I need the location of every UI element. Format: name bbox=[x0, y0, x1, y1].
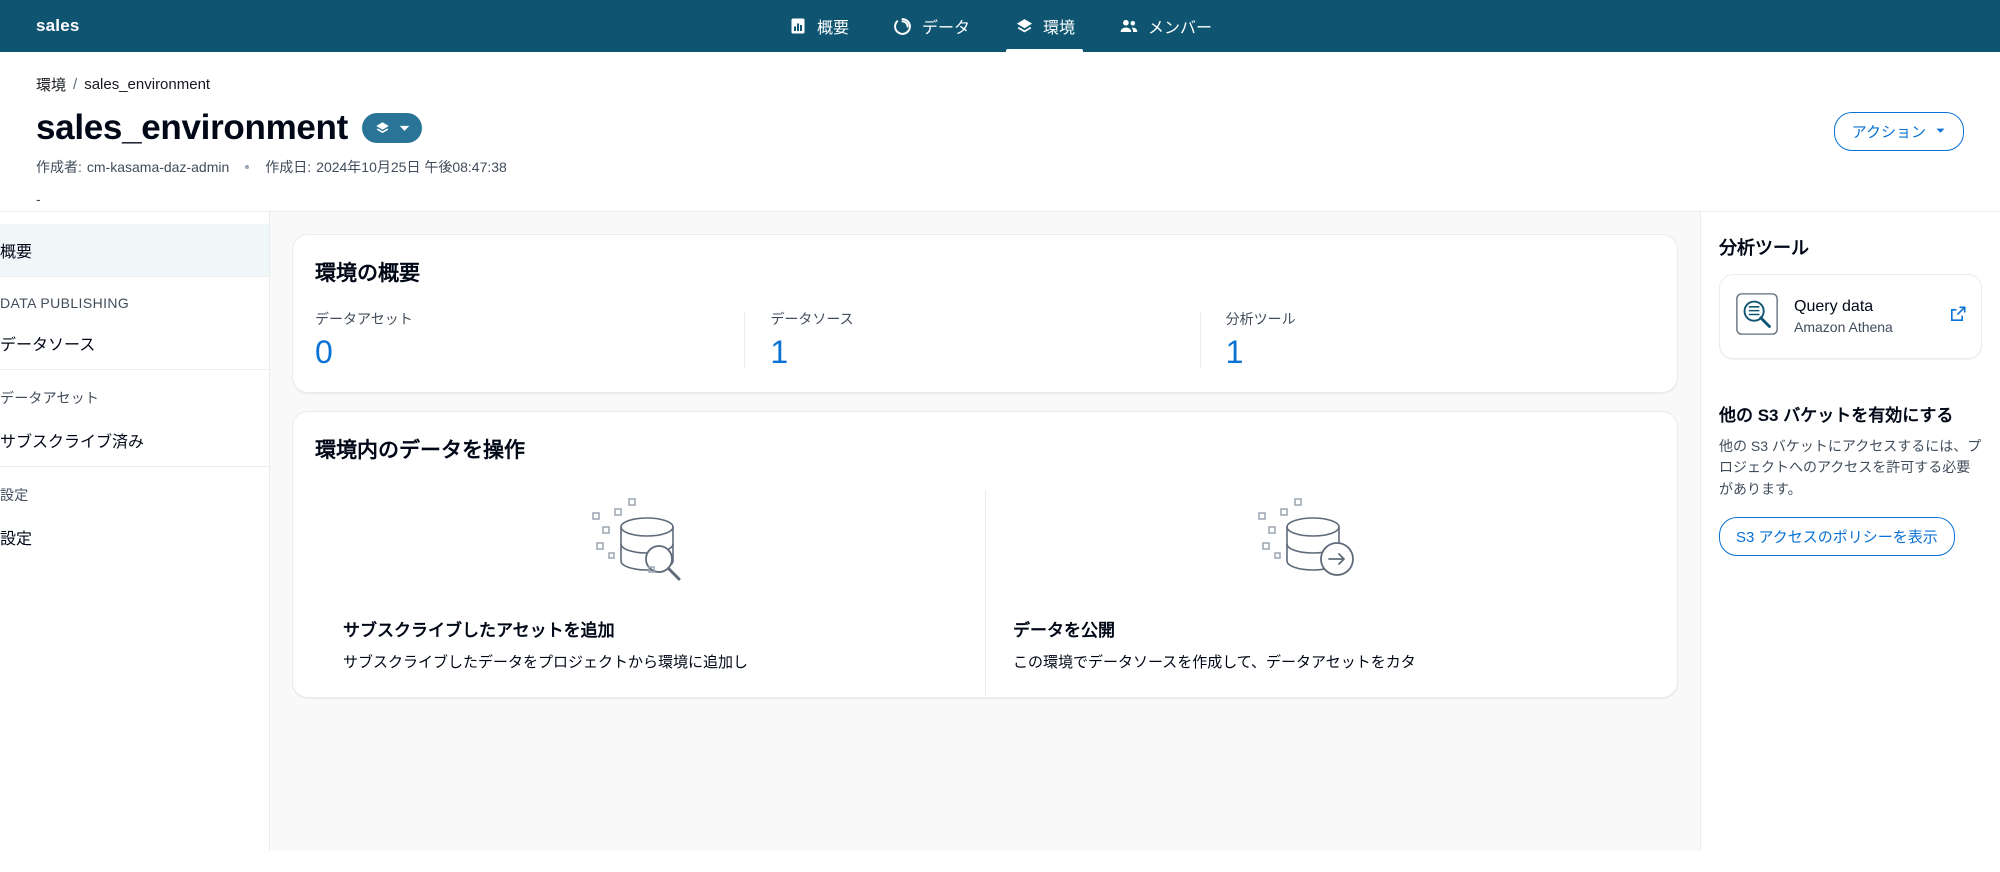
database-search-icon bbox=[343, 486, 957, 606]
donut-icon bbox=[893, 16, 913, 36]
nav-tabs: 概要 データ 環境 メンバー bbox=[766, 0, 1234, 52]
tile-add-subscribed-assets[interactable]: サブスクライブしたアセットを追加 サブスクライブしたデータをプロジェクトから環境… bbox=[315, 486, 985, 675]
sidebar-item-subscribed[interactable]: サブスクライブ済み bbox=[0, 414, 269, 466]
database-arrow-icon bbox=[1013, 486, 1627, 606]
external-link-icon[interactable] bbox=[1949, 305, 1967, 328]
tile-add-subscribed-assets-title: サブスクライブしたアセットを追加 bbox=[343, 620, 615, 640]
top-navigation-bar: sales 概要 データ 環境 メンバー bbox=[0, 0, 2000, 52]
stat-analytics-tools: 分析ツール 1 bbox=[1199, 309, 1655, 370]
tile-publish-data-title: データを公開 bbox=[1013, 620, 1115, 640]
stat-analytics-tools-value: 1 bbox=[1225, 333, 1244, 370]
stat-data-assets: データアセット 0 bbox=[315, 309, 744, 370]
stat-data-assets-value: 0 bbox=[315, 333, 333, 370]
work-with-data-tiles: サブスクライブしたアセットを追加 サブスクライブしたデータをプロジェクトから環境… bbox=[315, 486, 1655, 695]
s3-buckets-paragraph: 他の S3 バケットにアクセスするには、プロジェクトへのアクセスを許可する必要が… bbox=[1719, 437, 1982, 497]
stat-data-sources-value: 1 bbox=[770, 333, 789, 370]
environment-overview-card: 環境の概要 データアセット 0 データソース 1 分析ツール 1 bbox=[292, 233, 1678, 393]
breadcrumb-separator: / bbox=[73, 76, 78, 93]
tile-publish-data[interactable]: データを公開 この環境でデータソースを作成して、データアセットをカタ bbox=[985, 486, 1655, 695]
people-icon bbox=[1119, 16, 1139, 36]
tile-add-subscribed-assets-desc: サブスクライブしたデータをプロジェクトから環境に追加し bbox=[343, 653, 749, 671]
title-row: sales_environment bbox=[36, 108, 1964, 148]
sidebar-heading-settings: 設定 bbox=[0, 486, 29, 503]
layers-icon bbox=[374, 120, 391, 137]
breadcrumb: 環境 / sales_environment bbox=[36, 74, 1964, 95]
tile-publish-data-desc: この環境でデータソースを作成して、データアセットをカタ bbox=[1013, 653, 1416, 671]
stat-data-sources: データソース 1 bbox=[744, 309, 1199, 370]
nav-tab-environment-label: 環境 bbox=[1043, 20, 1076, 37]
work-with-data-card: 環境内のデータを操作 サブスクライブしたアセットを追加 サブスクライブしたデータ… bbox=[292, 410, 1678, 698]
tool-card-name: Query data bbox=[1794, 297, 1874, 315]
nav-tab-overview-label: 概要 bbox=[816, 20, 849, 37]
created-on-label: 作成日: bbox=[265, 158, 312, 175]
nav-tab-members[interactable]: メンバー bbox=[1097, 0, 1234, 52]
brand-logo[interactable]: sales bbox=[36, 16, 80, 36]
layers-icon bbox=[1014, 16, 1034, 36]
s3-buckets-heading: 他の S3 バケットを有効にする bbox=[1719, 405, 1954, 425]
created-on-value: 2024年10月25日 午後08:47:38 bbox=[316, 158, 507, 175]
sidebar-item-data-sources[interactable]: データソース bbox=[0, 317, 269, 369]
page-metadata: 作成者: cm-kasama-daz-admin 作成日: 2024年10月25… bbox=[36, 157, 1964, 177]
nav-tab-data[interactable]: データ bbox=[871, 0, 992, 52]
created-by-value: cm-kasama-daz-admin bbox=[86, 158, 230, 175]
analytics-tools-title: 分析ツール bbox=[1719, 237, 1809, 258]
nav-tab-environment[interactable]: 環境 bbox=[992, 0, 1097, 52]
sidebar-navigation: 概要 DATA PUBLISHING データソース データアセット サブスクライ… bbox=[0, 211, 270, 851]
header-actions: アクション bbox=[1833, 112, 1964, 151]
tool-card-text: Query data Amazon Athena bbox=[1794, 298, 1935, 335]
stat-data-assets-label: データアセット bbox=[315, 310, 413, 327]
page-header: 環境 / sales_environment sales_environment… bbox=[0, 52, 2000, 211]
environment-overview-title: 環境の概要 bbox=[315, 261, 420, 285]
tool-card-subtitle: Amazon Athena bbox=[1794, 318, 1893, 335]
breadcrumb-current: sales_environment bbox=[84, 76, 211, 93]
sidebar-item-overview[interactable]: 概要 bbox=[0, 223, 269, 276]
environment-badge-dropdown[interactable] bbox=[362, 113, 422, 144]
athena-query-icon bbox=[1734, 291, 1780, 342]
bar-chart-icon bbox=[788, 16, 808, 36]
environment-stats: データアセット 0 データソース 1 分析ツール 1 bbox=[315, 309, 1655, 370]
work-with-data-title: 環境内のデータを操作 bbox=[315, 438, 525, 462]
view-s3-policy-button[interactable]: S3 アクセスのポリシーを表示 bbox=[1719, 516, 1955, 556]
page-title: sales_environment bbox=[36, 108, 348, 147]
actions-button[interactable]: アクション bbox=[1833, 112, 1964, 151]
breadcrumb-root[interactable]: 環境 bbox=[36, 74, 66, 95]
caret-down-icon bbox=[1935, 123, 1946, 140]
analytics-tools-rail: 分析ツール Query data Amazon Athena 他の S3 バケッ… bbox=[1700, 211, 2000, 851]
sidebar-item-settings[interactable]: 設定 bbox=[0, 511, 269, 563]
sidebar-heading-data-assets: データアセット bbox=[0, 389, 100, 406]
page-body: 概要 DATA PUBLISHING データソース データアセット サブスクライ… bbox=[0, 210, 2000, 851]
nav-tab-overview[interactable]: 概要 bbox=[766, 0, 871, 52]
sidebar-heading-data-publishing: DATA PUBLISHING bbox=[0, 294, 130, 311]
main-content: 環境の概要 データアセット 0 データソース 1 分析ツール 1 環境内のデータ… bbox=[270, 211, 1700, 851]
nav-tab-members-label: メンバー bbox=[1148, 20, 1213, 37]
chevron-down-icon bbox=[398, 122, 411, 135]
s3-buckets-section: 他の S3 バケットを有効にする 他の S3 バケットにアクセスするには、プロジ… bbox=[1719, 401, 1982, 556]
sidebar-item-overview-label: 概要 bbox=[0, 243, 33, 261]
environment-description: - bbox=[36, 190, 41, 207]
stat-data-sources-label: データソース bbox=[770, 310, 854, 327]
tool-card-query-data[interactable]: Query data Amazon Athena bbox=[1719, 273, 1982, 359]
created-by-label: 作成者: bbox=[36, 158, 82, 175]
actions-button-label: アクション bbox=[1851, 124, 1926, 141]
nav-tab-data-label: データ bbox=[921, 20, 970, 37]
metadata-separator-dot bbox=[245, 164, 250, 169]
stat-analytics-tools-label: 分析ツール bbox=[1225, 310, 1296, 327]
